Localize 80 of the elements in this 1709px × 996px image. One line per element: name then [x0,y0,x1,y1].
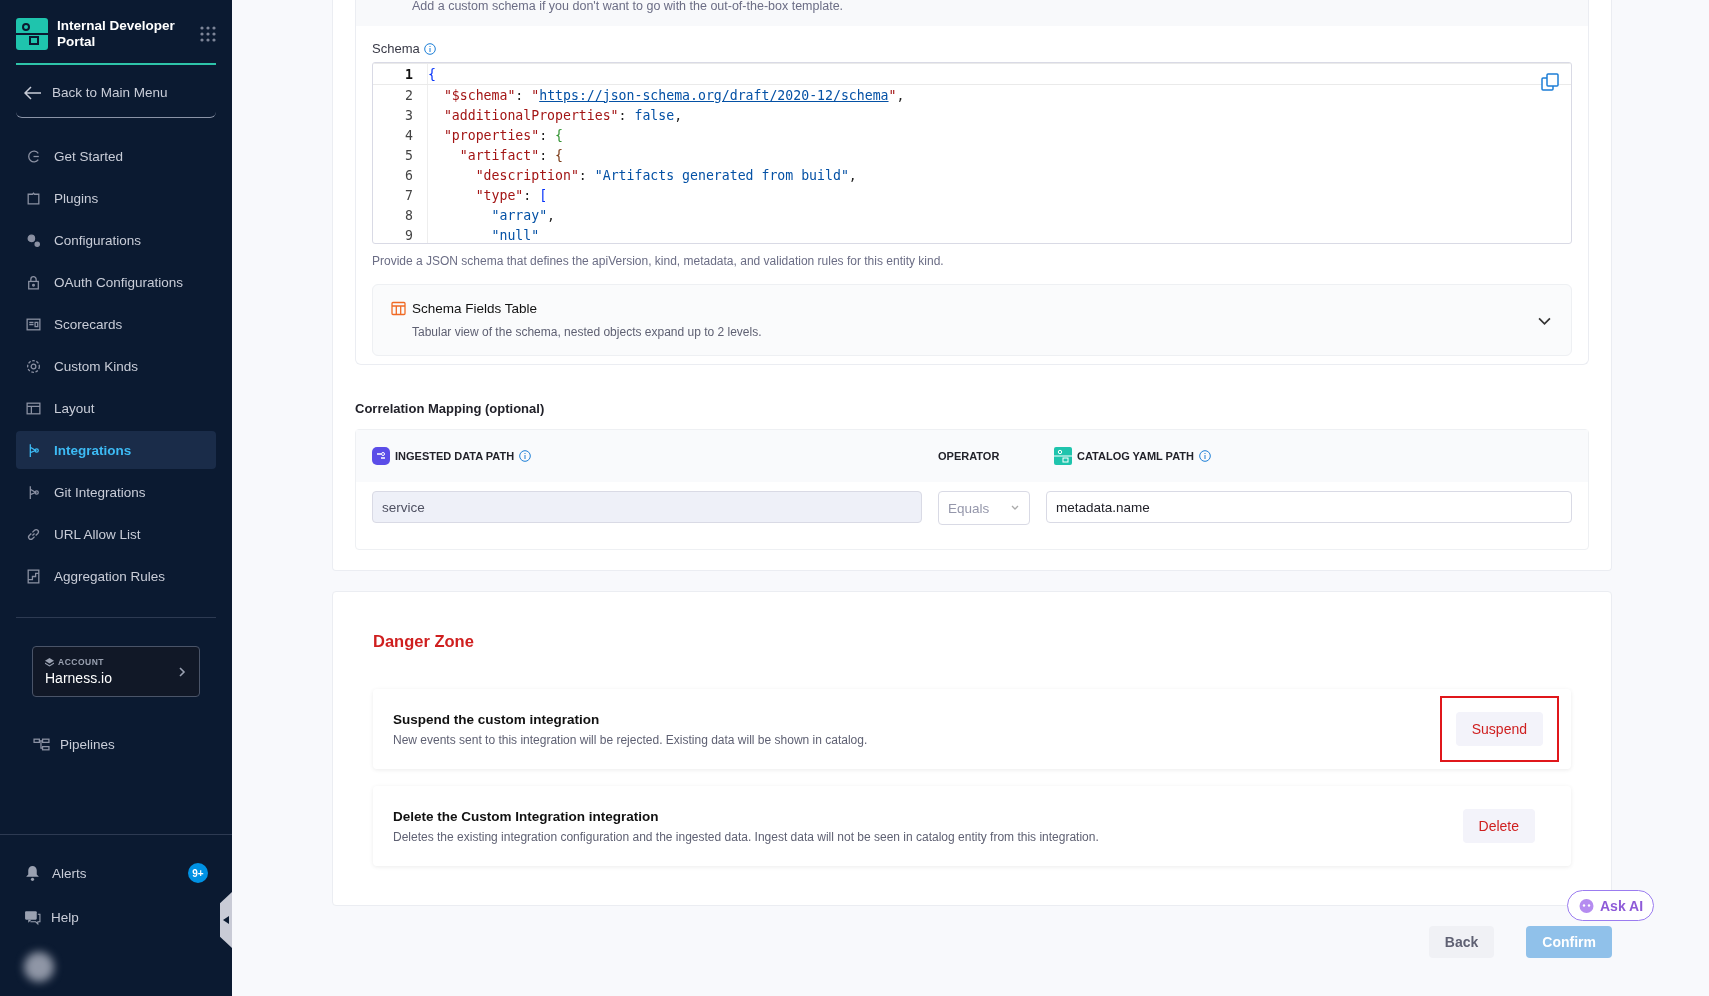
sidebar-item[interactable]: Get Started [16,137,216,175]
data-path-icon [372,447,390,465]
sidebar-item[interactable]: Integrations [16,431,216,469]
chevron-right-icon [177,665,187,678]
back-to-main-menu-link[interactable]: Back to Main Menu [16,65,216,118]
info-icon[interactable] [423,42,436,55]
layers-icon [45,657,54,667]
gear-icon [25,357,42,375]
chat-question-icon [24,909,41,926]
help-item[interactable]: Help [24,909,208,926]
sidebar-item[interactable]: Custom Kinds [16,347,216,385]
ingested-path-field[interactable]: service [372,491,922,523]
code-line: "additionalProperties": false, [427,105,1571,125]
code-line: "properties": { [427,125,1571,145]
schema-helper-text: Provide a JSON schema that defines the apiVersion, kind, metadata, and validation rules for this entity kind. [372,254,945,268]
chevron-down-icon [1010,504,1020,512]
catalog-icon [1054,447,1072,465]
sidebar-item[interactable]: Aggregation Rules [16,557,216,595]
column-header: CATALOG YAML PATH [1077,450,1194,462]
sidebar-item[interactable]: URL Allow List [16,515,216,553]
sidebar-item[interactable]: Plugins [16,179,216,217]
chart-icon [25,567,42,585]
line-number: 1 [404,66,414,82]
code-line: "type": [ [427,185,1571,205]
user-avatar[interactable] [24,952,54,982]
line-number: 8 [404,207,414,223]
chevron-down-icon [1537,315,1551,325]
danger-zone-title: Danger Zone [373,632,475,651]
account-caption: ACCOUNT [58,657,104,667]
schema-hint-text: Add a custom schema if you don't want to go with the out-of-the-box template. [356,0,1588,26]
line-number: 3 [404,107,414,123]
action-button[interactable]: Suspend [1455,712,1543,746]
panel-title: Schema Fields Table [412,301,538,316]
catalog-path-field[interactable]: metadata.name [1046,491,1572,523]
code-line: "description": "Artifacts generated from build", [427,165,1571,185]
alerts-item[interactable]: Alerts 9+ [24,863,208,883]
back-button[interactable]: Back [1428,926,1495,958]
schema-fields-table-panel[interactable]: Schema Fields Table Tabular view of the schema, nested objects expand up to 2 levels. [372,284,1572,356]
line-number: 5 [404,147,414,163]
ask-ai-button[interactable]: Ask AI [1567,890,1655,921]
code-editor[interactable] [372,62,1572,244]
action-description: Deletes the existing integration configuration and the ingested data. Ingest data will not be seen in catalog entity from this integration. [393,829,1099,844]
sidebar-item[interactable]: OAuth Configurations [16,263,216,301]
apps-grid-icon[interactable] [200,26,216,42]
section-title: Correlation Mapping (optional) [355,401,546,416]
code-line: "array", [427,205,1571,225]
line-number: 7 [404,187,414,203]
action-title: Suspend the custom integration [393,711,601,727]
action-title: Delete the Custom Integration integration [393,808,660,824]
bell-icon [24,864,41,882]
sidebar-item[interactable]: Git Integrations [16,473,216,511]
sidebar-item[interactable]: Scorecards [16,305,216,343]
line-number: 2 [404,87,414,103]
info-icon[interactable] [1198,450,1211,462]
robot-icon [1578,897,1595,914]
sidebar-item[interactable]: Layout [16,389,216,427]
action-button[interactable]: Delete [1462,809,1535,843]
portal-title: Internal Developer Portal [57,18,176,50]
line-number: 9 [404,227,414,243]
copy-icon[interactable] [1541,73,1559,91]
action-description: New events sent to this integration will be rejected. Existing data will be shown in catalog. [393,732,868,747]
code-line: "artifact": { [427,145,1571,165]
caret-left-icon [223,916,229,924]
lock-icon [25,273,42,291]
schema-label: Schema [372,41,420,56]
line-number: 6 [404,167,414,183]
column-header: INGESTED DATA PATH [395,450,515,462]
logo-icon [16,18,48,50]
line-number: 4 [404,127,414,143]
arrow-left-icon [24,85,42,100]
sidebar-item[interactable]: Configurations [16,221,216,259]
column-header: OPERATOR [938,450,1000,462]
account-switcher[interactable]: ACCOUNT Harness.io [32,646,200,697]
info-icon[interactable] [519,450,532,462]
sidebar-item[interactable]: Pipelines [24,725,208,763]
code-line: "null" [427,225,1571,243]
panel-subtitle: Tabular view of the schema, nested objects expand up to 2 levels. [412,325,762,339]
table-icon [391,301,406,316]
account-name: Harness.io [45,670,112,686]
alerts-count-badge: 9+ [188,863,208,883]
